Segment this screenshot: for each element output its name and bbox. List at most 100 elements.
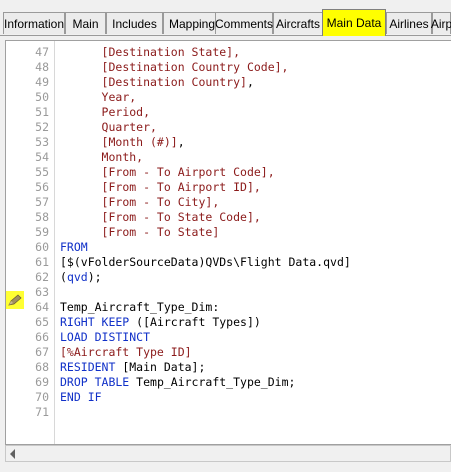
- line-number: 57: [35, 195, 49, 209]
- code-line[interactable]: 49 [Destination Country],: [6, 75, 451, 90]
- field-token: Year,: [101, 90, 137, 104]
- text-token: ,: [246, 75, 254, 89]
- code-line[interactable]: 48 [Destination Country Code],: [6, 60, 451, 75]
- code-line[interactable]: 50 Year,: [6, 90, 451, 105]
- line-number: 53: [35, 135, 49, 149]
- code-text: [From - To Airport Code],: [60, 165, 275, 180]
- horizontal-scrollbar[interactable]: [5, 445, 451, 462]
- code-line[interactable]: 64 Temp_Aircraft_Type_Dim:: [6, 300, 451, 315]
- tab-includes[interactable]: Includes: [106, 12, 163, 34]
- code-line[interactable]: 57 [From - To City],: [6, 195, 451, 210]
- line-number: 61: [35, 255, 49, 269]
- tab-airp[interactable]: Airp: [431, 12, 451, 34]
- text-token: Temp_Aircraft_Type_Dim;: [129, 375, 296, 389]
- field-token: [From - To Airport ID],: [101, 180, 261, 194]
- line-number: 48: [35, 60, 49, 74]
- code-text: [From - To City],: [60, 195, 220, 210]
- field-token: Quarter,: [101, 120, 157, 134]
- code-text: [Month (#)],: [60, 135, 185, 150]
- code-text: LOAD DISTINCT: [60, 330, 150, 345]
- code-line[interactable]: 55 [From - To Airport Code],: [6, 165, 451, 180]
- tab-airlines[interactable]: Airlines: [386, 12, 432, 34]
- field-token: [Month (#)]: [101, 135, 178, 149]
- line-number: 50: [35, 90, 49, 104]
- text-token: ([Aircraft Types]): [129, 315, 261, 329]
- text-token: );: [87, 270, 102, 284]
- code-line[interactable]: 70 END IF: [6, 390, 451, 405]
- line-number: 58: [35, 210, 49, 224]
- field-token: [From - To State]: [101, 225, 220, 239]
- code-line[interactable]: 53 [Month (#)],: [6, 135, 451, 150]
- line-number: 49: [35, 75, 49, 89]
- line-number: 62: [35, 270, 49, 284]
- tab-information[interactable]: Information: [3, 12, 65, 34]
- code-text: RIGHT KEEP ([Aircraft Types]): [60, 315, 261, 330]
- code-line[interactable]: 47 [Destination State],: [6, 45, 451, 60]
- keyword-token: qvd: [66, 270, 88, 284]
- line-number: 66: [35, 330, 49, 344]
- code-text: [From - To Airport ID],: [60, 180, 261, 195]
- scroll-left-icon[interactable]: [10, 449, 15, 459]
- code-line[interactable]: 66 LOAD DISTINCT: [6, 330, 451, 345]
- code-text: Temp_Aircraft_Type_Dim:: [60, 300, 219, 315]
- code-text: [Destination Country],: [60, 75, 254, 90]
- field-token: [Destination State],: [101, 45, 241, 59]
- code-text: [Destination State],: [60, 45, 240, 60]
- code-line[interactable]: 61 [$(vFolderSourceData)QVDs\Flight Data.…: [6, 255, 451, 270]
- tab-bar: Information Main Includes Mapping Comments Ai…: [0, 0, 451, 38]
- field-token: [From - To City],: [101, 195, 220, 209]
- field-token: [Destination Country]: [101, 75, 247, 89]
- line-number: 47: [35, 45, 49, 59]
- code-line[interactable]: 59 [From - To State]: [6, 225, 451, 240]
- code-line[interactable]: 68 RESIDENT [Main Data];: [6, 360, 451, 375]
- code-text: (qvd);: [60, 270, 102, 285]
- code-line[interactable]: 56 [From - To Airport ID],: [6, 180, 451, 195]
- tab-comments[interactable]: Comments: [215, 12, 273, 34]
- script-editor[interactable]: 47 [Destination State], 48 [Destination C…: [5, 40, 451, 445]
- line-number: 65: [35, 315, 49, 329]
- line-number: 71: [35, 405, 49, 419]
- keyword-token: DROP TABLE: [60, 375, 130, 389]
- code-line[interactable]: 65 RIGHT KEEP ([Aircraft Types]): [6, 315, 451, 330]
- code-line[interactable]: 71: [6, 405, 451, 420]
- code-text: [Destination Country Code],: [60, 60, 289, 75]
- text-token: [$(vFolderSourceData)QVDs\Flight Data.qv…: [60, 255, 351, 269]
- tab-mapping[interactable]: Mapping: [163, 12, 221, 34]
- code-line[interactable]: 60 FROM: [6, 240, 451, 255]
- code-text: Quarter,: [60, 120, 157, 135]
- keyword-token: RESIDENT: [60, 360, 116, 374]
- line-number: 69: [35, 375, 49, 389]
- tab-main-data[interactable]: Main Data: [322, 9, 386, 36]
- code-line[interactable]: 51 Period,: [6, 105, 451, 120]
- code-text: DROP TABLE Temp_Aircraft_Type_Dim;: [60, 375, 295, 390]
- code-line[interactable]: 54 Month,: [6, 150, 451, 165]
- field-token: [From - To State Code],: [101, 210, 261, 224]
- line-number: 63: [35, 285, 49, 299]
- keyword-token: END IF: [60, 390, 102, 404]
- code-text: [From - To State Code],: [60, 210, 261, 225]
- line-number: 56: [35, 180, 49, 194]
- code-line[interactable]: 63: [6, 285, 451, 300]
- text-token: ,: [177, 135, 185, 149]
- code-line[interactable]: 62 (qvd);: [6, 270, 451, 285]
- code-text: [From - To State]: [60, 225, 220, 240]
- code-line[interactable]: 52 Quarter,: [6, 120, 451, 135]
- field-token: [From - To Airport Code],: [101, 165, 275, 179]
- line-number: 70: [35, 390, 49, 404]
- code-text: Month,: [60, 150, 144, 165]
- code-line[interactable]: 67 [%Aircraft Type ID]: [6, 345, 451, 360]
- tab-aircrafts[interactable]: Aircrafts: [273, 12, 323, 34]
- tab-main[interactable]: Main: [65, 12, 106, 34]
- code-line[interactable]: 58 [From - To State Code],: [6, 210, 451, 225]
- code-line[interactable]: 69 DROP TABLE Temp_Aircraft_Type_Dim;: [6, 375, 451, 390]
- keyword-token: FROM: [60, 240, 88, 254]
- line-number: 68: [35, 360, 49, 374]
- field-token: [%Aircraft Type ID]: [60, 345, 192, 359]
